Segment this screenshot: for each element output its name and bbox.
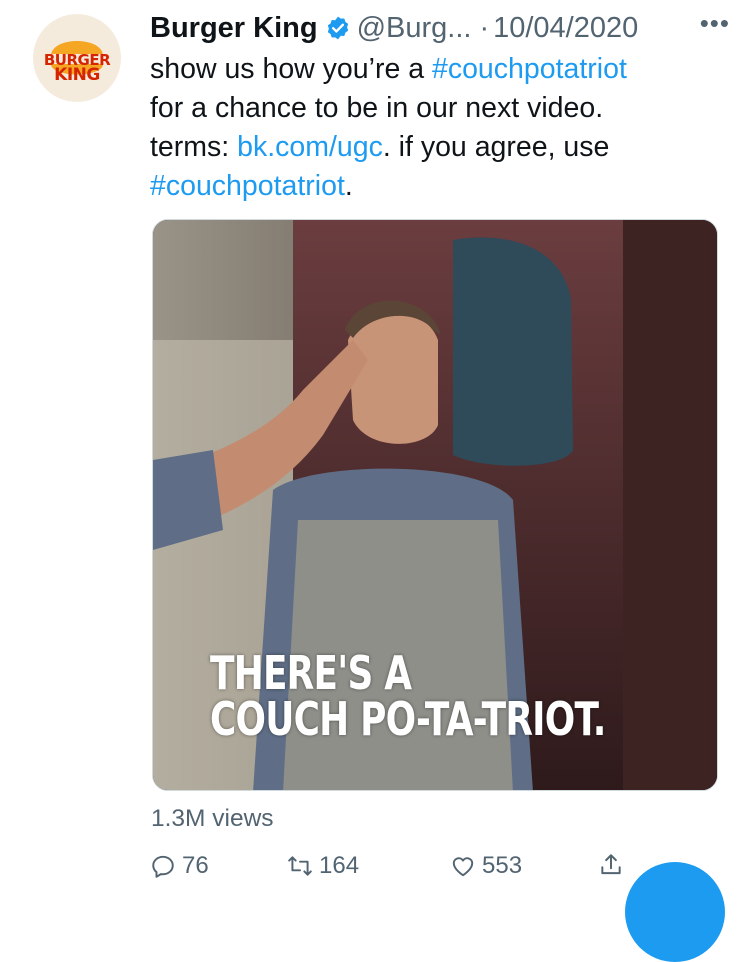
tweet-line-2: for a chance to be in our next video. bbox=[150, 92, 604, 124]
tweet-text-part: . if you agree, use bbox=[382, 131, 610, 163]
heart-icon bbox=[452, 857, 474, 877]
view-count: 1.3M views bbox=[151, 805, 274, 832]
reply-button[interactable]: 76 bbox=[150, 852, 209, 880]
tweet-line-1: show us how you’re a #couchpotatriot bbox=[150, 50, 730, 89]
author-handle[interactable]: @Burg... bbox=[357, 12, 472, 45]
avatar[interactable]: BURGER KING bbox=[33, 14, 121, 102]
compose-tweet-button[interactable] bbox=[625, 862, 725, 962]
verified-badge-icon bbox=[327, 16, 348, 40]
caption-line-1: THERE'S A bbox=[210, 646, 412, 700]
retweet-count: 164 bbox=[319, 852, 360, 879]
share-icon bbox=[601, 854, 621, 875]
tweet-text-part: terms: bbox=[150, 131, 238, 163]
more-options-icon[interactable]: ••• bbox=[700, 8, 730, 39]
hashtag-link[interactable]: #couchpotatriot bbox=[150, 170, 345, 202]
share-button[interactable] bbox=[598, 852, 630, 878]
separator-dot: · bbox=[479, 11, 490, 44]
author-name[interactable]: Burger King bbox=[150, 12, 318, 45]
tweet-video[interactable]: THERE'S A COUCH PO-TA-TRIOT. bbox=[152, 219, 718, 791]
avatar-logo-text-bottom: KING bbox=[54, 65, 100, 85]
like-button[interactable]: 553 bbox=[450, 852, 522, 880]
caption-line-2: COUCH PO-TA-TRIOT. bbox=[210, 692, 606, 746]
hashtag-link[interactable]: #couchpotatriot bbox=[432, 53, 627, 85]
tweet-actions: 76 164 553 bbox=[150, 852, 630, 892]
video-caption: THERE'S A COUCH PO-TA-TRIOT. bbox=[210, 650, 606, 742]
reply-count: 76 bbox=[182, 852, 209, 879]
tweet-header: Burger King @Burg... · 10/04/2020 ••• bbox=[150, 8, 730, 48]
retweet-icon bbox=[288, 856, 312, 876]
reply-icon bbox=[152, 855, 174, 878]
like-count: 553 bbox=[482, 852, 523, 879]
retweet-button[interactable]: 164 bbox=[287, 852, 359, 880]
tweet-date[interactable]: 10/04/2020 bbox=[493, 12, 638, 45]
tweet-line-4: #couchpotatriot. bbox=[150, 167, 730, 206]
tweet-line-3: terms: bk.com/ugc. if you agree, use bbox=[150, 128, 730, 167]
tweet-text-part: show us how you’re a bbox=[150, 53, 432, 85]
url-link[interactable]: bk.com/ugc bbox=[237, 131, 383, 163]
tweet-text: show us how you’re a #couchpotatriot for… bbox=[150, 50, 730, 206]
burger-king-logo-icon: BURGER KING bbox=[43, 26, 111, 90]
tweet-text-part: . bbox=[344, 170, 353, 202]
